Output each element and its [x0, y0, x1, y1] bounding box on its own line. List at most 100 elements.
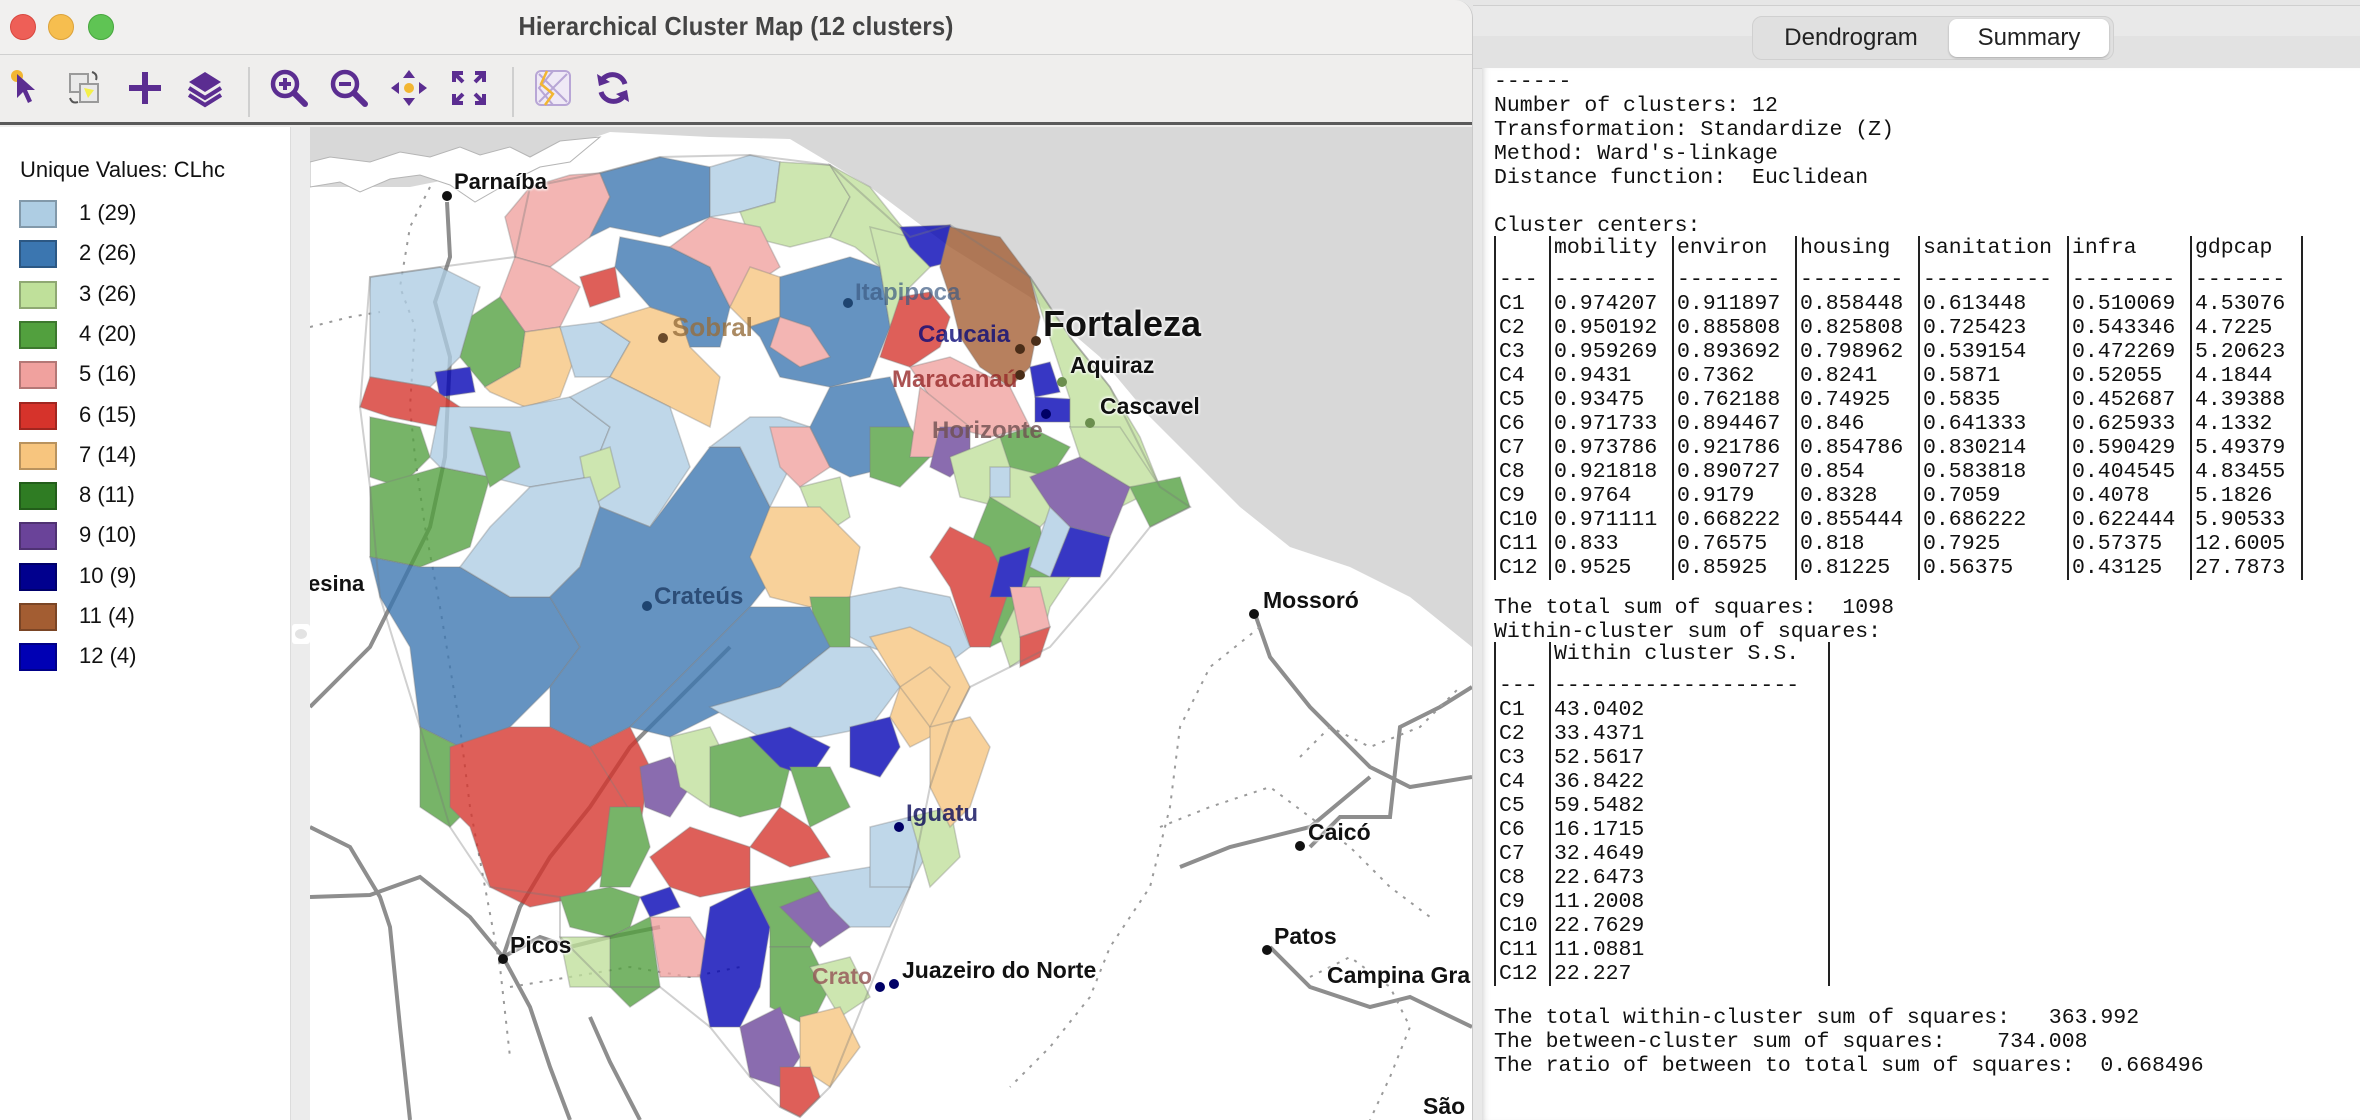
- city-dot-iguatu: [894, 822, 904, 832]
- legend-swatch: [19, 240, 57, 269]
- table-cell: C11: [1494, 532, 1550, 556]
- table-cell: ---: [1494, 674, 1550, 698]
- table-cell: 0.8241: [1795, 364, 1919, 388]
- municipality-cluster-12[interactable]: [849, 716, 901, 778]
- tab-dendrogram[interactable]: Dendrogram: [1755, 19, 1947, 57]
- city-dot-crato: [875, 982, 885, 992]
- municipality-cluster-12[interactable]: [1029, 361, 1061, 398]
- table-cell: C6: [1494, 412, 1550, 436]
- toolbar-divider: [0, 122, 1472, 125]
- table-cell: 0.818: [1795, 532, 1919, 556]
- view-tabs: Dendrogram Summary: [1752, 16, 2114, 60]
- map-label-sao: São: [1423, 1093, 1466, 1119]
- table-cell: 27.7873: [2190, 556, 2303, 580]
- city-dot-juazeiro: [889, 979, 899, 989]
- table-cell: 4.7225: [2190, 316, 2303, 340]
- zoom-out-icon[interactable]: [328, 67, 370, 109]
- table-row: C12 0.9525 0.85925 0.81225 0.56375 0.43125 27.…: [1494, 556, 2303, 580]
- city-dot-parnaiba: [442, 191, 452, 201]
- table-cell: ----------: [1918, 268, 2068, 292]
- basemap-icon[interactable]: [532, 67, 574, 109]
- splitter-handle[interactable]: [292, 624, 310, 644]
- table-cell: 0.452687: [2067, 388, 2191, 412]
- legend-label: 8 (11): [79, 482, 135, 508]
- table-cell: 4.1844: [2190, 364, 2303, 388]
- summary-text-panel[interactable]: ------ Number of clusters: 12 Transforma…: [1482, 68, 2360, 1120]
- table-cell: 0.890727: [1672, 460, 1796, 484]
- table-cell: 0.52055: [2067, 364, 2191, 388]
- table-cell: 0.510069: [2067, 292, 2191, 316]
- copy-selection-icon[interactable]: [64, 67, 106, 109]
- table-cell: 0.974207: [1549, 292, 1673, 316]
- table-cell: 11.0881: [1549, 938, 1830, 962]
- municipality-cluster-6[interactable]: [579, 266, 621, 308]
- table-row: C3 52.5617: [1494, 746, 1830, 770]
- municipality-cluster-12[interactable]: [638, 886, 682, 918]
- table-row: C12 22.227: [1494, 962, 1830, 986]
- table-cell: C1: [1494, 292, 1550, 316]
- summary-total-ss: The total sum of squares: 1098: [1494, 596, 1894, 620]
- table-cell: 0.74925: [1795, 388, 1919, 412]
- tab-summary[interactable]: Summary: [1949, 19, 2109, 57]
- table-row: C4 0.9431 0.7362 0.8241 0.5871 0.52055 4.1844: [1494, 364, 2303, 388]
- table-spacer: [1494, 260, 2303, 268]
- table-cell: 0.921786: [1672, 436, 1796, 460]
- table-cell: C9: [1494, 890, 1550, 914]
- map-label-aquiraz: Aquiraz: [1070, 352, 1155, 378]
- map-label-caico: Caicó: [1308, 819, 1371, 845]
- legend-swatch: [19, 603, 57, 631]
- map-label-crato: Crato: [812, 963, 873, 989]
- add-layer-icon[interactable]: [124, 67, 166, 109]
- table-header-row: mobility environ housing sanitation infra gdp…: [1494, 236, 2303, 260]
- municipality-cluster-4[interactable]: [788, 766, 852, 829]
- table-cell: 36.8422: [1549, 770, 1830, 794]
- city-dot-picos: [498, 954, 508, 964]
- close-window-button[interactable]: [10, 14, 36, 40]
- municipality-cluster-12[interactable]: [434, 366, 476, 398]
- table-cell: 43.0402: [1549, 698, 1830, 722]
- summary-between: The between-cluster sum of squares: 734.…: [1494, 1030, 2088, 1054]
- map-label-cascavel: Cascavel: [1100, 393, 1200, 419]
- table-cell: 0.543346: [2067, 316, 2191, 340]
- table-header-row: Within cluster S.S.: [1494, 642, 1830, 666]
- table-row: C8 22.6473: [1494, 866, 1830, 890]
- table-cell: 11.2008: [1549, 890, 1830, 914]
- table-cell: 0.625933: [2067, 412, 2191, 436]
- table-row: C5 59.5482: [1494, 794, 1830, 818]
- table-rule-row: --- -------------------: [1494, 674, 1830, 698]
- legend-swatch: [19, 320, 57, 349]
- table-cell: C4: [1494, 770, 1550, 794]
- table-cell: C12: [1494, 962, 1550, 986]
- municipality-cluster-1[interactable]: [989, 466, 1011, 498]
- table-cell: C2: [1494, 722, 1550, 746]
- pan-icon[interactable]: [388, 67, 430, 109]
- summary-ratio: The ratio of between to total sum of squ…: [1494, 1054, 2204, 1078]
- map-label-horizonte: Horizonte: [932, 417, 1043, 444]
- municipality-cluster-12[interactable]: [699, 885, 771, 1028]
- table-cell: C4: [1494, 364, 1550, 388]
- table-row: C6 16.1715: [1494, 818, 1830, 842]
- full-extent-icon[interactable]: [448, 67, 490, 109]
- map-label-crateus: Crateús: [654, 583, 744, 610]
- select-tool-icon[interactable]: [4, 67, 46, 109]
- table-row: C1 0.974207 0.911897 0.858448 0.613448 0.5100…: [1494, 292, 2303, 316]
- table-cell: C8: [1494, 866, 1550, 890]
- refresh-icon[interactable]: [592, 67, 634, 109]
- table-row: C3 0.959269 0.893692 0.798962 0.539154 0.4722…: [1494, 340, 2303, 364]
- table-cell: 0.854786: [1795, 436, 1919, 460]
- municipality-cluster-6[interactable]: [648, 826, 751, 898]
- table-row: C1 43.0402: [1494, 698, 1830, 722]
- table-cell: 0.56375: [1918, 556, 2068, 580]
- table-row: C11 0.833 0.76575 0.818 0.7925 0.57375 12.6005: [1494, 532, 2303, 556]
- table-row: C10 0.971111 0.668222 0.855444 0.686222 0.622…: [1494, 508, 2303, 532]
- map-label-patos: Patos: [1274, 923, 1337, 949]
- table-cell: 0.583818: [1918, 460, 2068, 484]
- city-dot-sobral: [658, 333, 668, 343]
- within-title: Within-cluster sum of squares:: [1494, 620, 1882, 644]
- legend-label: 1 (29): [79, 200, 137, 225]
- legend-label: 3 (26): [79, 280, 137, 306]
- map-canvas[interactable]: Parnaíba Itapipoca Sobral Caucaia Fortal…: [310, 127, 1472, 1120]
- table-cell: 5.90533: [2190, 508, 2303, 532]
- zoom-in-icon[interactable]: [268, 67, 310, 109]
- layers-icon[interactable]: [184, 67, 226, 109]
